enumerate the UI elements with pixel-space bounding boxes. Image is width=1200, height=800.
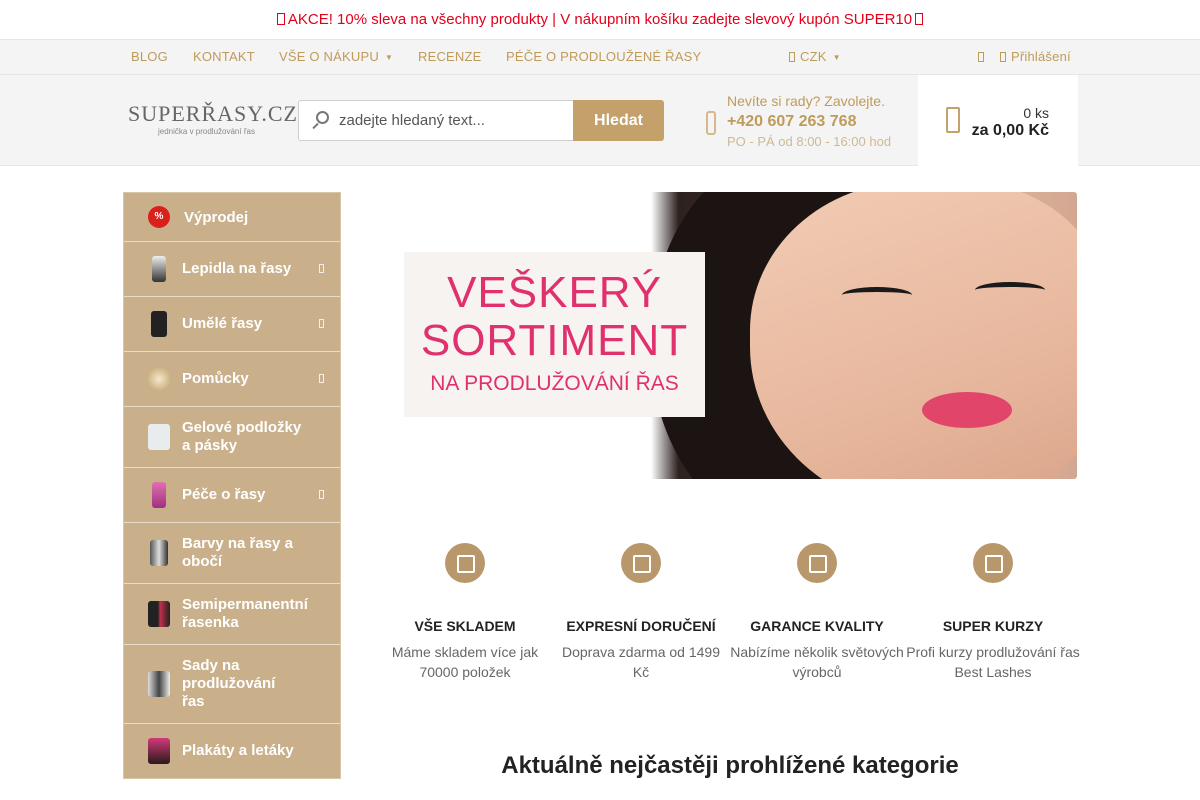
contact-hours: PO - PÁ od 8:00 - 16:00 hod xyxy=(727,134,892,149)
dye-icon xyxy=(150,540,168,566)
nav-recenze[interactable]: RECENZE xyxy=(418,40,482,74)
kit-icon xyxy=(148,671,170,697)
sidebar-item-sady[interactable]: Sady na prodlužování řas xyxy=(124,645,340,724)
feature-delivery: EXPRESNÍ DORUČENÍ Doprava zdarma od 1499… xyxy=(553,543,729,682)
feature-title: VŠE SKLADEM xyxy=(414,618,516,634)
nav-kontakt[interactable]: KONTAKT xyxy=(193,40,255,74)
feature-desc: Máme skladem více jak 70000 položek xyxy=(391,644,539,680)
sidebar-item-umele-rasy[interactable]: Umělé řasy xyxy=(124,297,340,352)
poster-icon xyxy=(148,738,170,764)
search-box xyxy=(298,100,574,141)
feature-in-stock: VŠE SKLADEM Máme skladem více jak 70000 … xyxy=(377,543,553,682)
mascara-icon xyxy=(148,601,170,627)
banner-eye-left xyxy=(842,287,912,303)
search-icon xyxy=(311,111,329,130)
sidebar-item-label: Výprodej xyxy=(184,209,249,226)
banner-lips xyxy=(922,392,1012,428)
lock-icon xyxy=(1000,52,1006,62)
sidebar-item-label: Pomůcky xyxy=(182,370,249,387)
sidebar-item-label: Plakáty a letáky xyxy=(182,742,294,759)
search-button[interactable]: Hledat xyxy=(573,100,664,141)
chevron-down-icon: ▼ xyxy=(832,53,841,62)
chevron-right-icon xyxy=(319,374,324,383)
chevron-down-icon: ▼ xyxy=(384,53,394,62)
delivery-truck-icon xyxy=(621,543,661,583)
tools-icon xyxy=(147,367,171,391)
chevron-right-icon xyxy=(319,319,324,328)
logo-tagline: jednička v prodlužování řas xyxy=(158,127,255,136)
cart-quantity: 0 ks xyxy=(1023,105,1049,121)
cart-button[interactable]: 0 ks za 0,00 Kč xyxy=(918,75,1078,166)
banner-line-3: NA PRODLUŽOVÁNÍ ŘAS xyxy=(430,372,679,395)
banner-line-1: VEŠKERÝ xyxy=(447,268,662,317)
lashes-box-icon xyxy=(151,311,167,337)
feature-desc: Nabízíme několik světových výrobců xyxy=(730,644,904,680)
feature-title: SUPER KURZY xyxy=(942,618,1044,634)
site-logo[interactable]: SUPERŘASY.CZ jednička v prodlužování řas xyxy=(128,101,298,139)
certified-icon xyxy=(973,543,1013,583)
feature-quality: GARANCE KVALITY Nabízíme několik světový… xyxy=(729,543,905,682)
sidebar-item-pece-o-rasy[interactable]: Péče o řasy xyxy=(124,468,340,523)
promo-bar: AKCE! 10% sleva na všechny produkty | V … xyxy=(0,0,1200,39)
category-sidebar: % Výprodej Lepidla na řasy Umělé řasy Po… xyxy=(123,192,341,779)
feature-courses: SUPER KURZY Profi kurzy prodlužování řas… xyxy=(905,543,1081,682)
user-icon xyxy=(978,52,984,62)
sidebar-item-label: Semipermanentní řasenka xyxy=(182,596,308,631)
banner-face-shape xyxy=(750,192,1077,479)
search-input[interactable] xyxy=(339,101,569,140)
sidebar-item-plakaty[interactable]: Plakáty a letáky xyxy=(124,724,340,778)
sale-percent-icon: % xyxy=(148,206,170,228)
feature-title: EXPRESNÍ DORUČENÍ xyxy=(566,618,716,634)
login-link[interactable]: Přihlášení xyxy=(1000,40,1071,74)
gift-icon xyxy=(276,13,285,25)
contact-info: Nevíte si rady? Zavolejte. +420 607 263 … xyxy=(706,93,891,149)
user-icon-button[interactable] xyxy=(978,40,989,74)
feature-desc: Doprava zdarma od 1499 Kč xyxy=(562,644,720,680)
sidebar-item-lepidla[interactable]: Lepidla na řasy xyxy=(124,242,340,297)
nav-vse-o-nakupu-label: VŠE O NÁKUPU xyxy=(279,49,379,64)
banner-eye-right xyxy=(975,282,1045,298)
chevron-right-icon xyxy=(319,264,324,273)
chevron-right-icon xyxy=(319,490,324,499)
currency-selector[interactable]: CZK ▼ xyxy=(789,40,841,75)
contact-prompt: Nevíte si rady? Zavolejte. xyxy=(727,93,885,109)
top-navigation: BLOG KONTAKT VŠE O NÁKUPU ▼ RECENZE PÉČE … xyxy=(0,39,1200,75)
sidebar-item-pomucky[interactable]: Pomůcky xyxy=(124,352,340,407)
glue-bottle-icon xyxy=(152,256,166,282)
cart-bag-icon xyxy=(946,107,960,133)
sidebar-item-barvy[interactable]: Barvy na řasy a obočí xyxy=(124,523,340,584)
currency-icon xyxy=(789,52,795,62)
logo-name: SUPERŘASY.CZ xyxy=(128,101,298,126)
gel-pad-icon xyxy=(148,424,170,450)
currency-label: CZK xyxy=(800,49,827,64)
promo-text: AKCE! 10% sleva na všechny produkty | V … xyxy=(287,11,913,28)
sidebar-item-label: Péče o řasy xyxy=(182,486,266,503)
login-label: Přihlášení xyxy=(1011,49,1071,64)
phone-icon xyxy=(706,111,716,135)
section-heading: Aktuálně nejčastěji prohlížené kategorie xyxy=(501,752,959,779)
feature-desc: Profi kurzy prodlužování řas Best Lashes xyxy=(906,644,1080,680)
sidebar-item-label: Sady na prodlužování řas xyxy=(182,657,276,710)
sidebar-item-label: Barvy na řasy a obočí xyxy=(182,535,293,570)
lash-care-icon xyxy=(152,482,166,508)
sidebar-item-riasenka[interactable]: Semipermanentní řasenka xyxy=(124,584,340,645)
contact-phone[interactable]: +420 607 263 768 xyxy=(727,109,891,135)
site-header: SUPERŘASY.CZ jednička v prodlužování řas… xyxy=(0,75,1200,166)
nav-vse-o-nakupu[interactable]: VŠE O NÁKUPU ▼ xyxy=(279,40,393,75)
nav-pece[interactable]: PÉČE O PRODLOUŽENÉ ŘASY xyxy=(506,40,701,74)
gift-icon xyxy=(915,13,924,25)
cart-total: za 0,00 Kč xyxy=(971,122,1049,139)
warehouse-icon xyxy=(445,543,485,583)
sidebar-item-label: Lepidla na řasy xyxy=(182,260,292,277)
sidebar-item-label: Gelové podložky a pásky xyxy=(182,419,302,454)
sidebar-item-label: Umělé řasy xyxy=(182,315,263,332)
award-icon xyxy=(797,543,837,583)
banner-line-2: SORTIMENT xyxy=(420,316,689,365)
nav-blog[interactable]: BLOG xyxy=(131,40,168,74)
banner-text-box: VEŠKERÝ SORTIMENT NA PRODLUŽOVÁNÍ ŘAS xyxy=(404,252,705,417)
hero-banner[interactable]: VEŠKERÝ SORTIMENT NA PRODLUŽOVÁNÍ ŘAS xyxy=(390,192,1077,479)
sidebar-item-vyprodej[interactable]: % Výprodej xyxy=(124,193,340,242)
sidebar-item-gelove-podlozky[interactable]: Gelové podložky a pásky xyxy=(124,407,340,468)
feature-title: GARANCE KVALITY xyxy=(750,618,884,634)
